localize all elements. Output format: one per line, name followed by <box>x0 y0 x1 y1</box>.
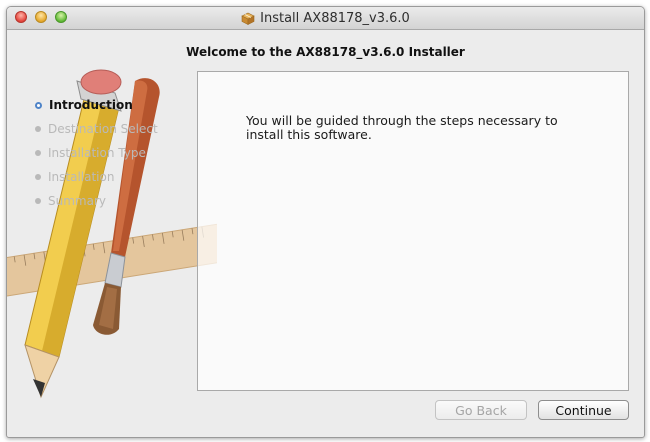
step-label: Installation <box>48 170 115 184</box>
step-label: Destination Select <box>48 122 158 136</box>
window-title: Install AX88178_v3.6.0 <box>260 10 410 26</box>
step-destination-select: Destination Select <box>35 117 205 141</box>
continue-button[interactable]: Continue <box>538 400 629 420</box>
go-back-button[interactable]: Go Back <box>435 400 527 420</box>
step-bullet-icon <box>35 174 41 180</box>
window-title-group: Install AX88178_v3.6.0 <box>7 7 644 29</box>
step-introduction: Introduction <box>35 93 205 117</box>
step-label: Installation Type <box>48 146 146 160</box>
introduction-text: You will be guided through the steps nec… <box>246 113 558 142</box>
step-bullet-icon <box>35 150 41 156</box>
package-icon <box>241 12 255 25</box>
installer-heading: Welcome to the AX88178_v3.6.0 Installer <box>186 45 465 59</box>
step-label: Introduction <box>49 98 133 112</box>
step-installation: Installation <box>35 165 205 189</box>
step-label: Summary <box>48 194 106 208</box>
step-bullet-icon <box>35 126 41 132</box>
active-step-bullet-icon <box>35 101 42 109</box>
title-bar: Install AX88178_v3.6.0 <box>7 7 644 30</box>
step-installation-type: Installation Type <box>35 141 205 165</box>
step-bullet-icon <box>35 198 41 204</box>
step-summary: Summary <box>35 189 205 213</box>
content-panel: You will be guided through the steps nec… <box>197 71 629 391</box>
installer-window: Install AX88178_v3.6.0 Welcome to the AX… <box>6 6 645 438</box>
installer-steps: Introduction Destination Select Installa… <box>35 93 205 213</box>
